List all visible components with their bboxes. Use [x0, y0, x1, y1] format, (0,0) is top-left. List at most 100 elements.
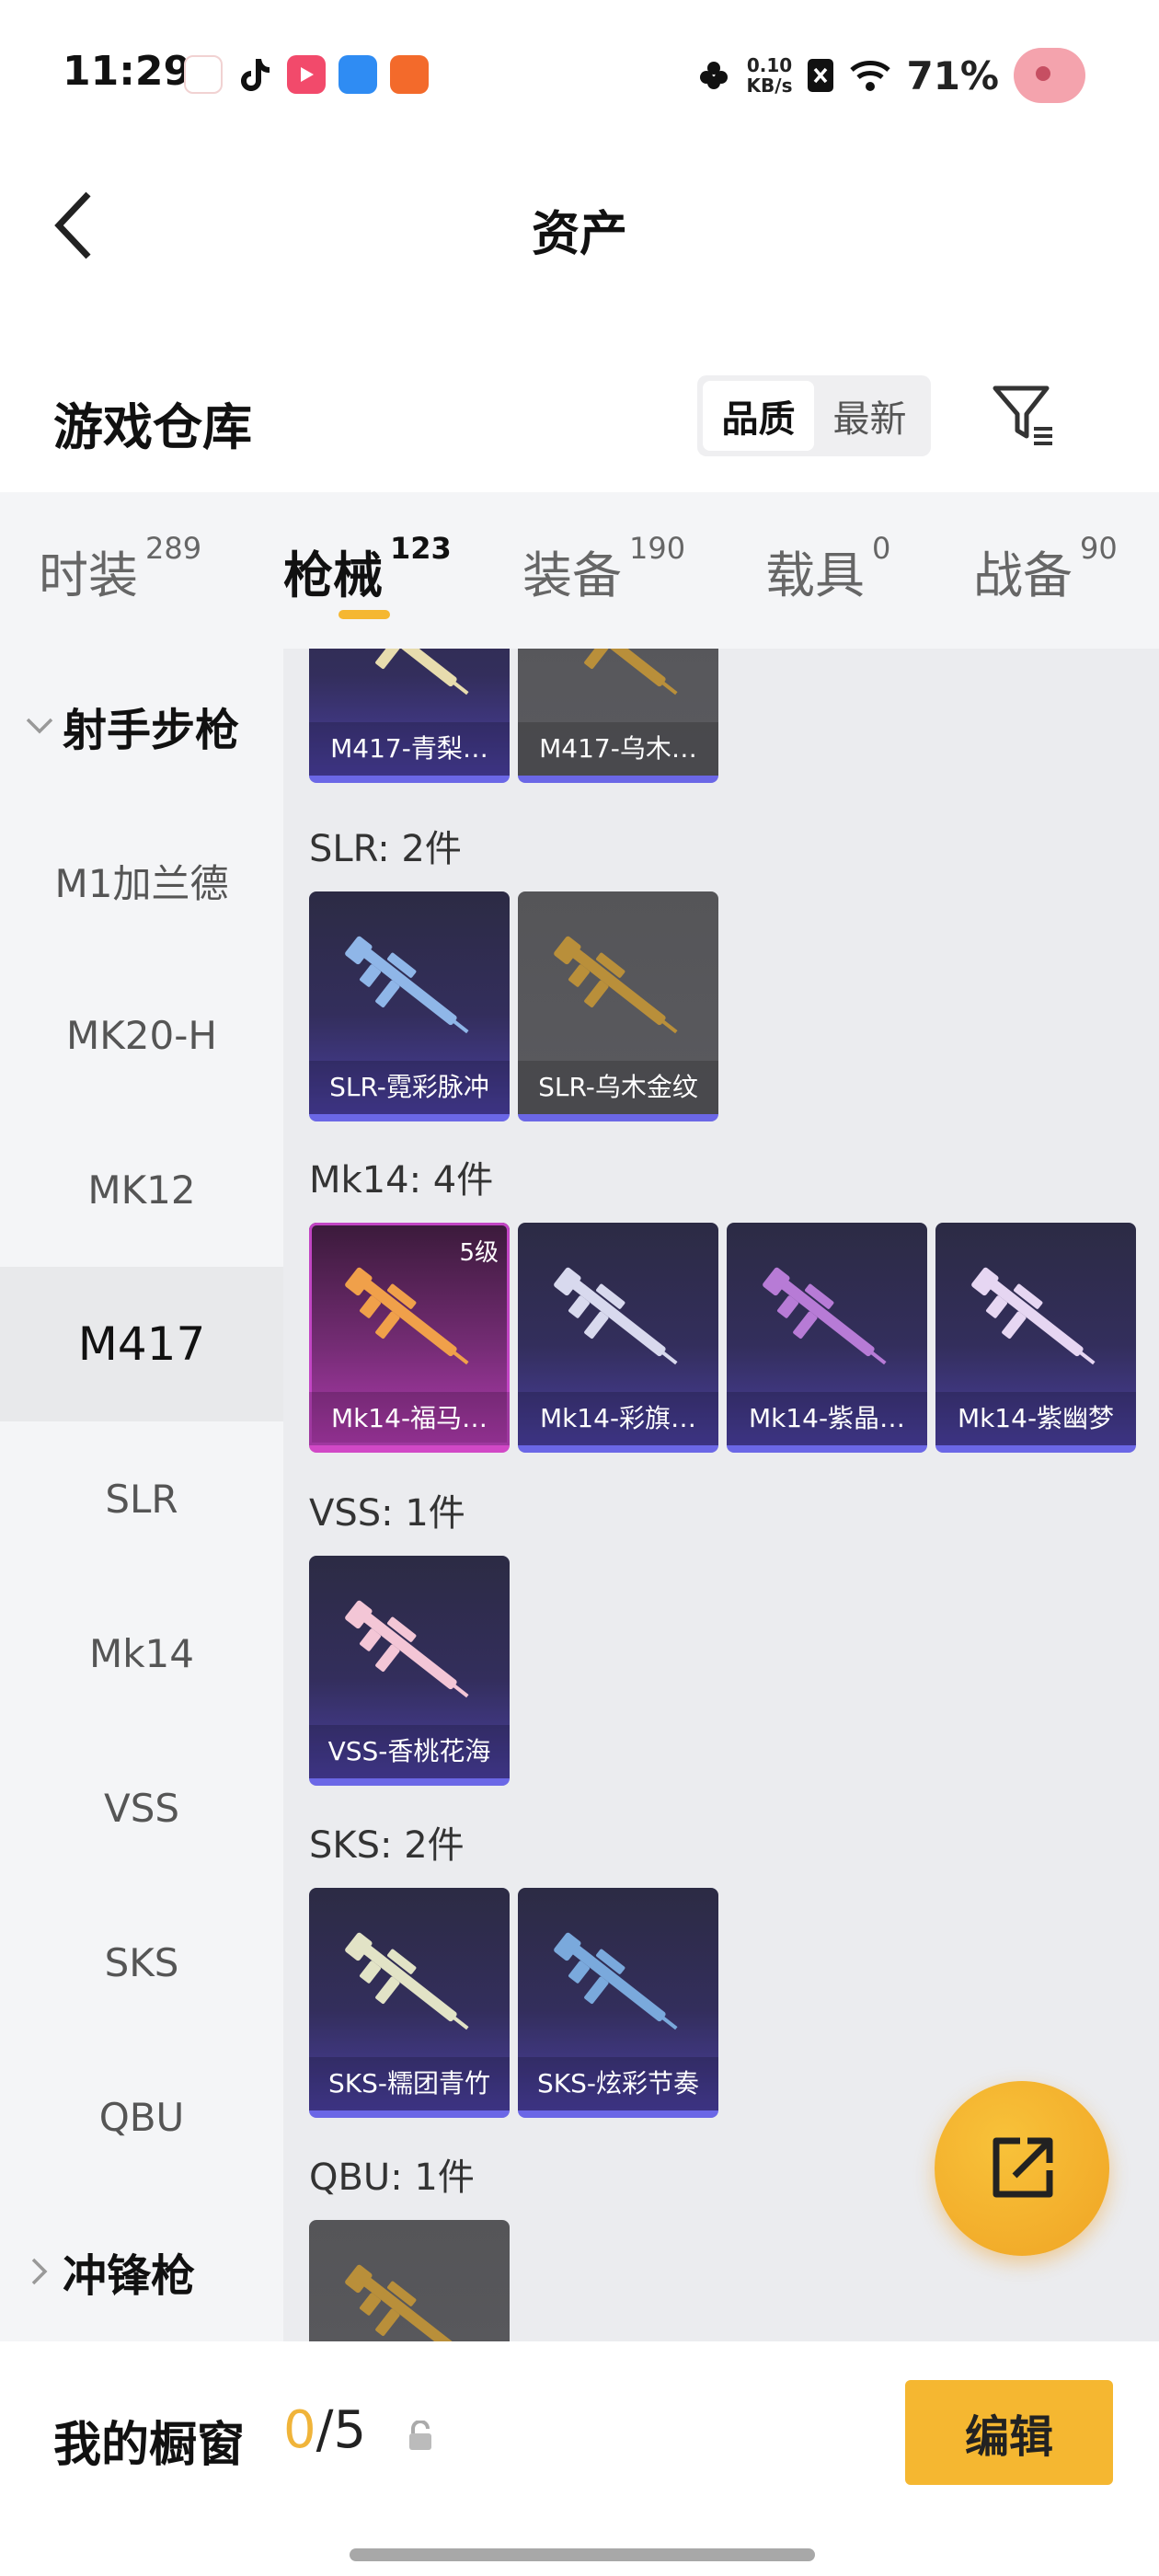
weapon-skin-card[interactable]: Mk14-紫幽梦	[935, 1223, 1136, 1453]
app-screen: 11:29 0.10 KB/s 71% 资产 游戏仓库 品质 最新 时装 289…	[0, 0, 1159, 2576]
tab-skins[interactable]: 时装 289	[39, 531, 201, 607]
weapon-skin-card[interactable]: SKS-炫彩节奏	[518, 1888, 718, 2118]
status-right: 0.10 KB/s 71%	[695, 48, 1085, 103]
weapon-group-label: QBU: 1件	[309, 2156, 475, 2199]
tab-vehicles[interactable]: 载具 0	[765, 531, 890, 607]
sidebar-group-smg[interactable]: 冲锋枪	[0, 2194, 283, 2349]
rifle-icon	[554, 936, 678, 1034]
sidebar-item-sks[interactable]: SKS	[0, 1885, 283, 2040]
chevron-down-icon	[26, 718, 53, 734]
weapon-skin-card[interactable]: Mk14-彩旗…	[518, 1223, 718, 1453]
tab-label: 装备	[522, 546, 622, 604]
showcase-total: /5	[316, 2400, 367, 2460]
warehouse-header: 游戏仓库 品质 最新	[0, 359, 1159, 478]
rifle-icon	[763, 1267, 887, 1365]
sidebar-group-label: 射手步枪	[63, 705, 240, 756]
sidebar-group-label: 冲锋枪	[63, 2250, 196, 2302]
tab-label: 载具	[765, 546, 865, 604]
weapon-group-label: VSS: 1件	[309, 1492, 465, 1535]
share-icon	[993, 2137, 1053, 2198]
tab-count: 289	[145, 531, 202, 566]
sidebar-item-m1-garand[interactable]: M1加兰德	[0, 803, 283, 958]
sidebar-group-marksman[interactable]: 射手步枪	[0, 649, 283, 803]
sidebar-item-slr[interactable]: SLR	[0, 1421, 283, 1576]
tab-guns[interactable]: 枪械 123	[283, 531, 452, 607]
weapon-skin-name: Mk14-福马…	[309, 1392, 510, 1445]
rifle-icon	[554, 1932, 678, 2030]
weapon-skin-name: SLR-霓彩脉冲	[309, 1061, 510, 1114]
tab-count: 123	[390, 531, 452, 566]
weapon-skin-name: Mk14-彩旗…	[518, 1392, 718, 1445]
tab-label: 枪械	[283, 546, 383, 604]
weapon-skin-name: Mk14-紫晶…	[727, 1392, 927, 1445]
net-speed-value: 0.10	[746, 54, 793, 76]
weapon-skin-card[interactable]: VSS-香桃花海	[309, 1556, 510, 1786]
weapon-group-label: SKS: 2件	[309, 1824, 465, 1867]
tab-supplies[interactable]: 战备 90	[973, 531, 1118, 607]
chevron-right-icon	[31, 2258, 48, 2285]
weapon-skin-card[interactable]: M417-青梨…	[309, 649, 510, 783]
pig-avatar-icon	[1014, 48, 1085, 103]
battery-level: 71%	[906, 52, 999, 98]
weapon-skin-card[interactable]: 5级 Mk14-福马…	[309, 1223, 510, 1453]
sort-latest-button[interactable]: 最新	[814, 381, 925, 451]
flower-icon	[699, 62, 728, 89]
weapon-skin-name: SKS-糯团青竹	[309, 2057, 510, 2110]
rifle-icon	[356, 649, 469, 696]
weapon-skin-card[interactable]	[309, 2220, 510, 2341]
warehouse-title: 游戏仓库	[53, 398, 252, 456]
weapon-group-label: Mk14: 4件	[309, 1159, 494, 1202]
sidebar-item-mk14[interactable]: Mk14	[0, 1576, 283, 1731]
browser-app-icon	[339, 55, 377, 94]
net-speed-unit: KB/s	[746, 75, 793, 97]
skin-level-badge: 5级	[459, 1239, 499, 1267]
weapon-skin-card[interactable]: SKS-糯团青竹	[309, 1888, 510, 2118]
rifle-icon	[554, 1267, 678, 1365]
rifle-icon	[345, 1932, 469, 2030]
weapon-skin-name: M417-青梨…	[309, 722, 510, 776]
rifle-icon	[565, 649, 678, 696]
weapon-skin-card[interactable]: M417-乌木…	[518, 649, 718, 783]
edit-button[interactable]: 编辑	[905, 2380, 1113, 2485]
rifle-icon	[971, 1267, 1096, 1365]
weapon-skin-name: VSS-香桃花海	[309, 1725, 510, 1778]
header: 资产	[0, 147, 1159, 304]
no-sim-icon	[808, 59, 834, 92]
sidebar-item-mk12[interactable]: MK12	[0, 1112, 283, 1267]
filter-button[interactable]	[988, 379, 1061, 453]
tiktok-icon	[235, 55, 274, 94]
showcase-current: 0	[283, 2400, 316, 2460]
weapon-skin-card[interactable]: SLR-乌木金纹	[518, 891, 718, 1121]
tab-label: 战备	[973, 546, 1073, 604]
weapon-skin-card[interactable]: SLR-霓彩脉冲	[309, 891, 510, 1121]
weapon-group-label: SLR: 2件	[309, 828, 462, 870]
notification-icons	[184, 55, 429, 94]
weapon-skin-name: Mk14-紫幽梦	[935, 1392, 1136, 1445]
weapon-skin-name: SKS-炫彩节奏	[518, 2057, 718, 2110]
weapon-skin-card[interactable]: Mk14-紫晶…	[727, 1223, 927, 1453]
video-app-icon	[287, 55, 326, 94]
lock-icon	[409, 2421, 431, 2450]
status-time: 11:29	[63, 48, 192, 95]
app-notification-icon	[184, 55, 223, 94]
tab-count: 0	[872, 531, 891, 566]
sidebar-item-qbu[interactable]: QBU	[0, 2040, 283, 2194]
home-indicator	[350, 2548, 815, 2561]
weapon-skin-name: SLR-乌木金纹	[518, 1061, 718, 1114]
share-button[interactable]	[935, 2081, 1109, 2256]
sidebar-item-mk20h[interactable]: MK20-H	[0, 958, 283, 1112]
tab-count: 190	[629, 531, 686, 566]
rifle-icon	[345, 1600, 469, 1698]
rifle-icon	[345, 2264, 469, 2341]
status-bar: 11:29 0.10 KB/s 71%	[0, 0, 1159, 147]
sort-quality-button[interactable]: 品质	[703, 381, 814, 451]
filter-icon	[993, 385, 1052, 445]
sidebar-item-vss[interactable]: VSS	[0, 1731, 283, 1885]
showcase-count: 0/5	[283, 2400, 366, 2460]
category-tabs: 时装 289 枪械 123 装备 190 载具 0 战备 90	[0, 492, 1159, 649]
weapon-sidebar: 射手步枪 M1加兰德 MK20-H MK12 M417 SLR Mk14 VSS…	[0, 649, 283, 2341]
page-title: 资产	[531, 207, 627, 262]
tab-equipment[interactable]: 装备 190	[522, 531, 685, 607]
wifi-icon	[850, 61, 891, 91]
sidebar-item-m417[interactable]: M417	[0, 1267, 283, 1421]
